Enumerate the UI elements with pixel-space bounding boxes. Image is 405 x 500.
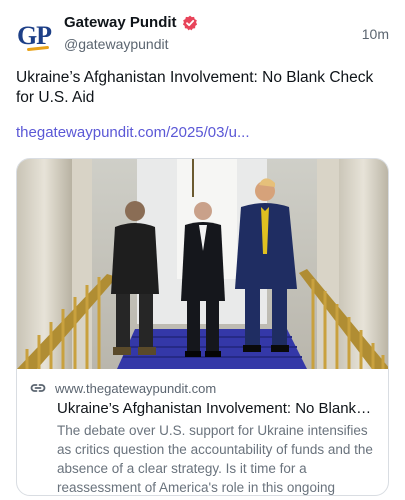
- author-handle[interactable]: @gatewaypundit: [64, 36, 169, 52]
- avatar-logo-text: GP: [16, 20, 52, 50]
- verified-badge-icon: [182, 15, 198, 31]
- link-preview-body: www.thegatewaypundit.com Ukraine’s Afgha…: [17, 369, 388, 495]
- avatar[interactable]: GP: [16, 18, 52, 54]
- link-preview-image: [17, 159, 388, 369]
- post-link[interactable]: thegatewaypundit.com/2025/03/u...: [16, 124, 250, 141]
- link-preview-description: The debate over U.S. support for Ukraine…: [57, 423, 373, 495]
- author-name-row: Gateway Pundit: [64, 14, 198, 31]
- link-preview-domain: www.thegatewaypundit.com: [55, 380, 217, 396]
- post-text: Ukraine’s Afghanistan Involvement: No Bl…: [16, 69, 374, 106]
- post[interactable]: GP Gateway Pundit @gatewaypundit 10m Ukr…: [0, 0, 405, 500]
- post-timestamp[interactable]: 10m: [362, 26, 389, 42]
- author-display-name[interactable]: Gateway Pundit: [64, 14, 177, 31]
- link-preview-domain-row: www.thegatewaypundit.com: [29, 379, 378, 397]
- link-preview-title[interactable]: Ukraine’s Afghanistan Involvement: No Bl…: [57, 400, 372, 417]
- link-icon: [29, 379, 47, 397]
- link-preview-card[interactable]: www.thegatewaypundit.com Ukraine’s Afgha…: [16, 158, 389, 496]
